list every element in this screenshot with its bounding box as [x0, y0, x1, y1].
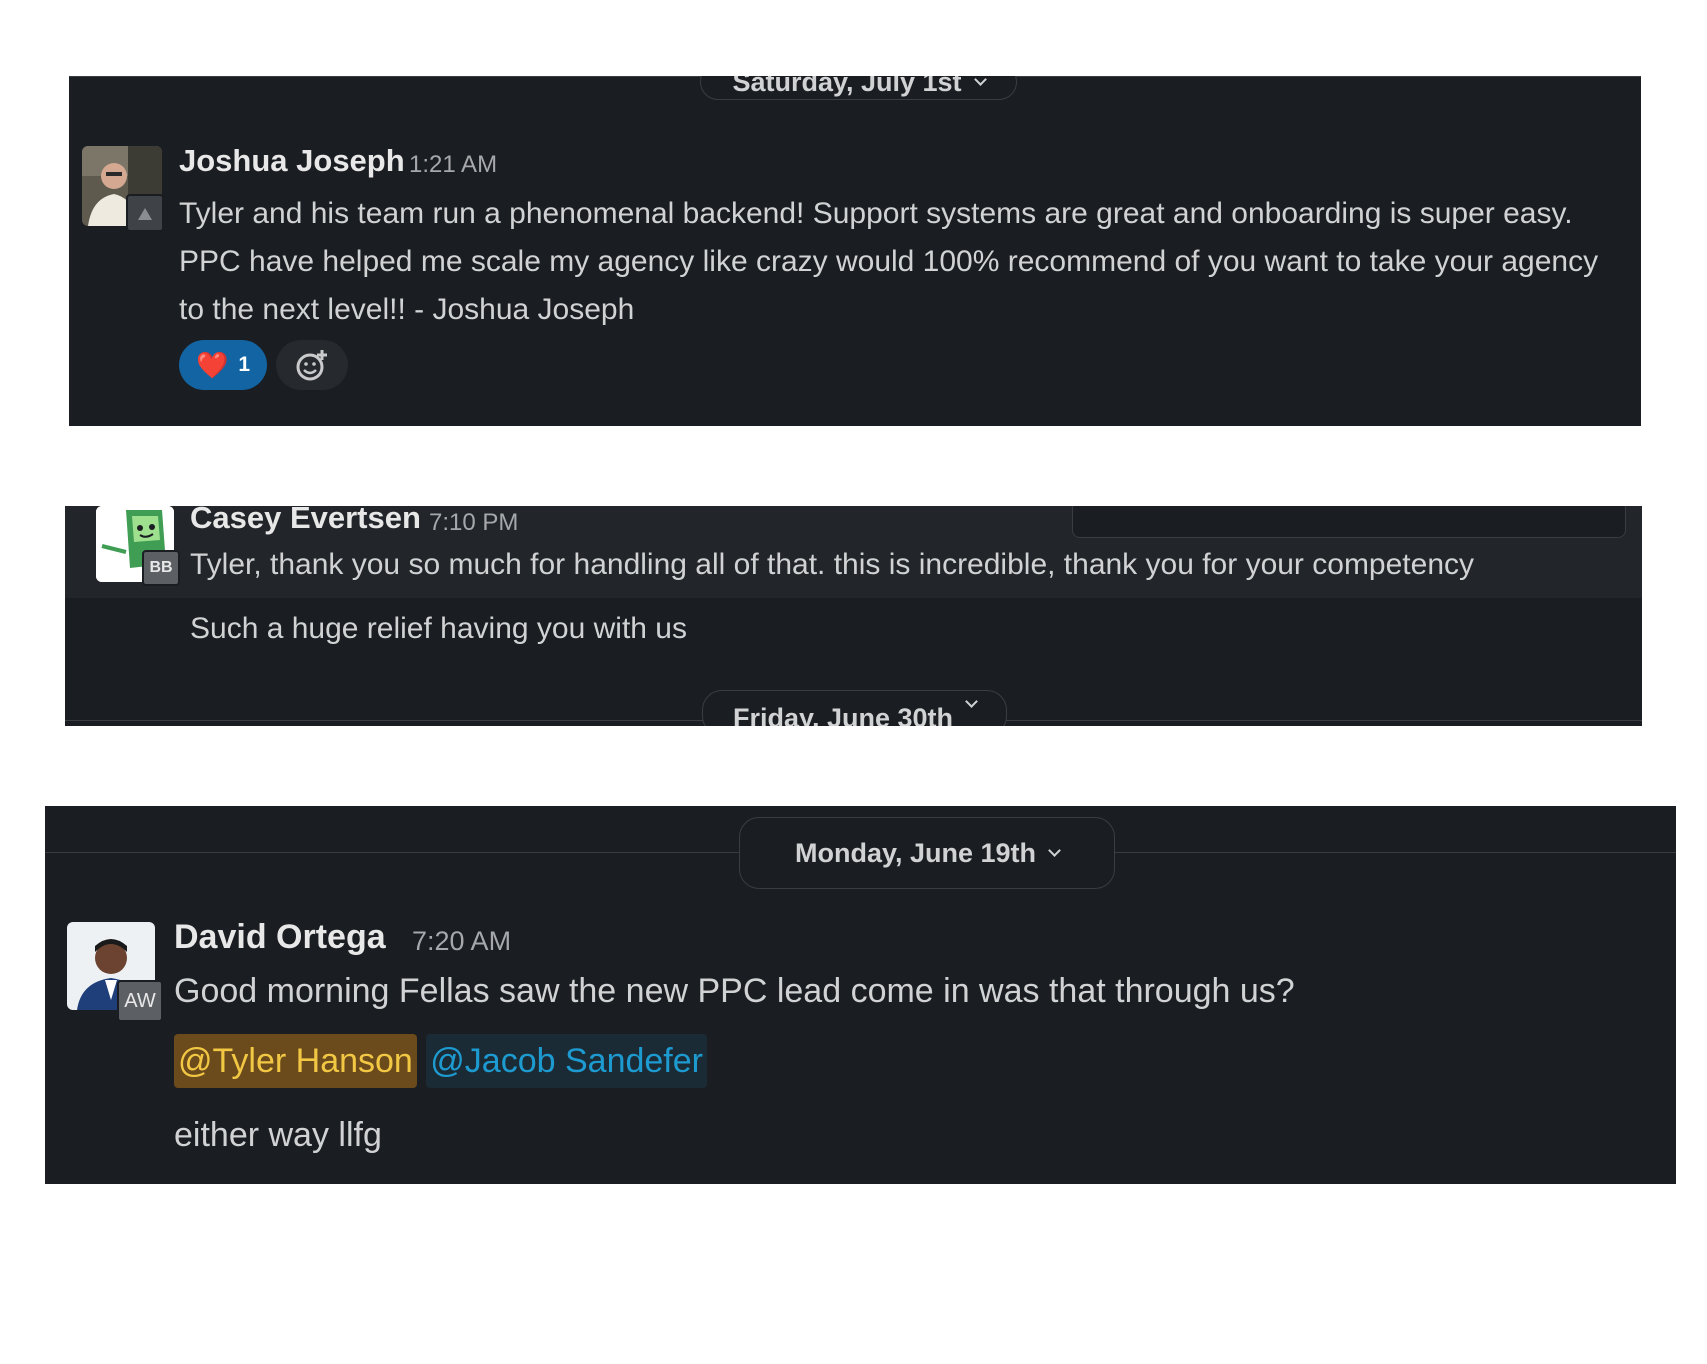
add-emoji-icon	[296, 350, 327, 381]
message-panel-casey: BB Casey Evertsen 7:10 PM Tyler, thank y…	[65, 506, 1642, 726]
message-toolbar	[1072, 506, 1626, 538]
chevron-down-icon	[973, 76, 987, 86]
date-divider-pill[interactable]: Friday, June 30th	[702, 690, 1007, 726]
chevron-down-icon	[1048, 843, 1061, 857]
message-timestamp[interactable]: 1:21 AM	[409, 151, 497, 179]
author-name[interactable]: Casey Evertsen	[190, 506, 421, 536]
message-panel-joshua: Saturday, July 1st Joshua Joseph 1:21 AM…	[69, 76, 1641, 426]
message-text: Tyler, thank you so much for handling al…	[190, 548, 1475, 581]
workspace-badge: BB	[142, 550, 180, 586]
date-label: Saturday, July 1st	[732, 76, 962, 97]
message-text: either way llfg	[174, 1116, 382, 1154]
workspace-badge: AW	[117, 980, 163, 1022]
date-divider-pill[interactable]: Monday, June 19th	[739, 817, 1115, 889]
date-label: Monday, June 19th	[794, 837, 1037, 868]
mention-user[interactable]: @Jacob Sandefer	[426, 1034, 707, 1088]
message-timestamp[interactable]: 7:10 PM	[429, 509, 518, 537]
mention-self[interactable]: @Tyler Hanson	[174, 1034, 417, 1088]
author-name[interactable]: David Ortega	[174, 918, 386, 957]
message-timestamp[interactable]: 7:20 AM	[412, 926, 511, 957]
author-name[interactable]: Joshua Joseph	[179, 143, 405, 179]
date-label: Friday, June 30th	[732, 703, 954, 726]
message-text: Tyler and his team run a phenomenal back…	[179, 197, 1599, 326]
reaction-heart[interactable]: ❤️ 1	[179, 340, 267, 390]
mentions-line: @Tyler Hanson @Jacob Sandefer	[174, 1034, 707, 1088]
heart-emoji-icon: ❤️	[195, 349, 229, 380]
chevron-down-icon	[965, 695, 978, 708]
date-divider-pill[interactable]: Saturday, July 1st	[700, 76, 1017, 100]
add-reaction-button[interactable]	[276, 340, 348, 390]
message-panel-david: Monday, June 19th AW David Ortega 7:20 A…	[45, 806, 1676, 1184]
message-text: Such a huge relief having you with us	[190, 612, 687, 645]
workspace-badge	[126, 194, 164, 232]
message-text: Good morning Fellas saw the new PPC lead…	[174, 972, 1295, 1010]
reaction-count: 1	[238, 353, 251, 376]
